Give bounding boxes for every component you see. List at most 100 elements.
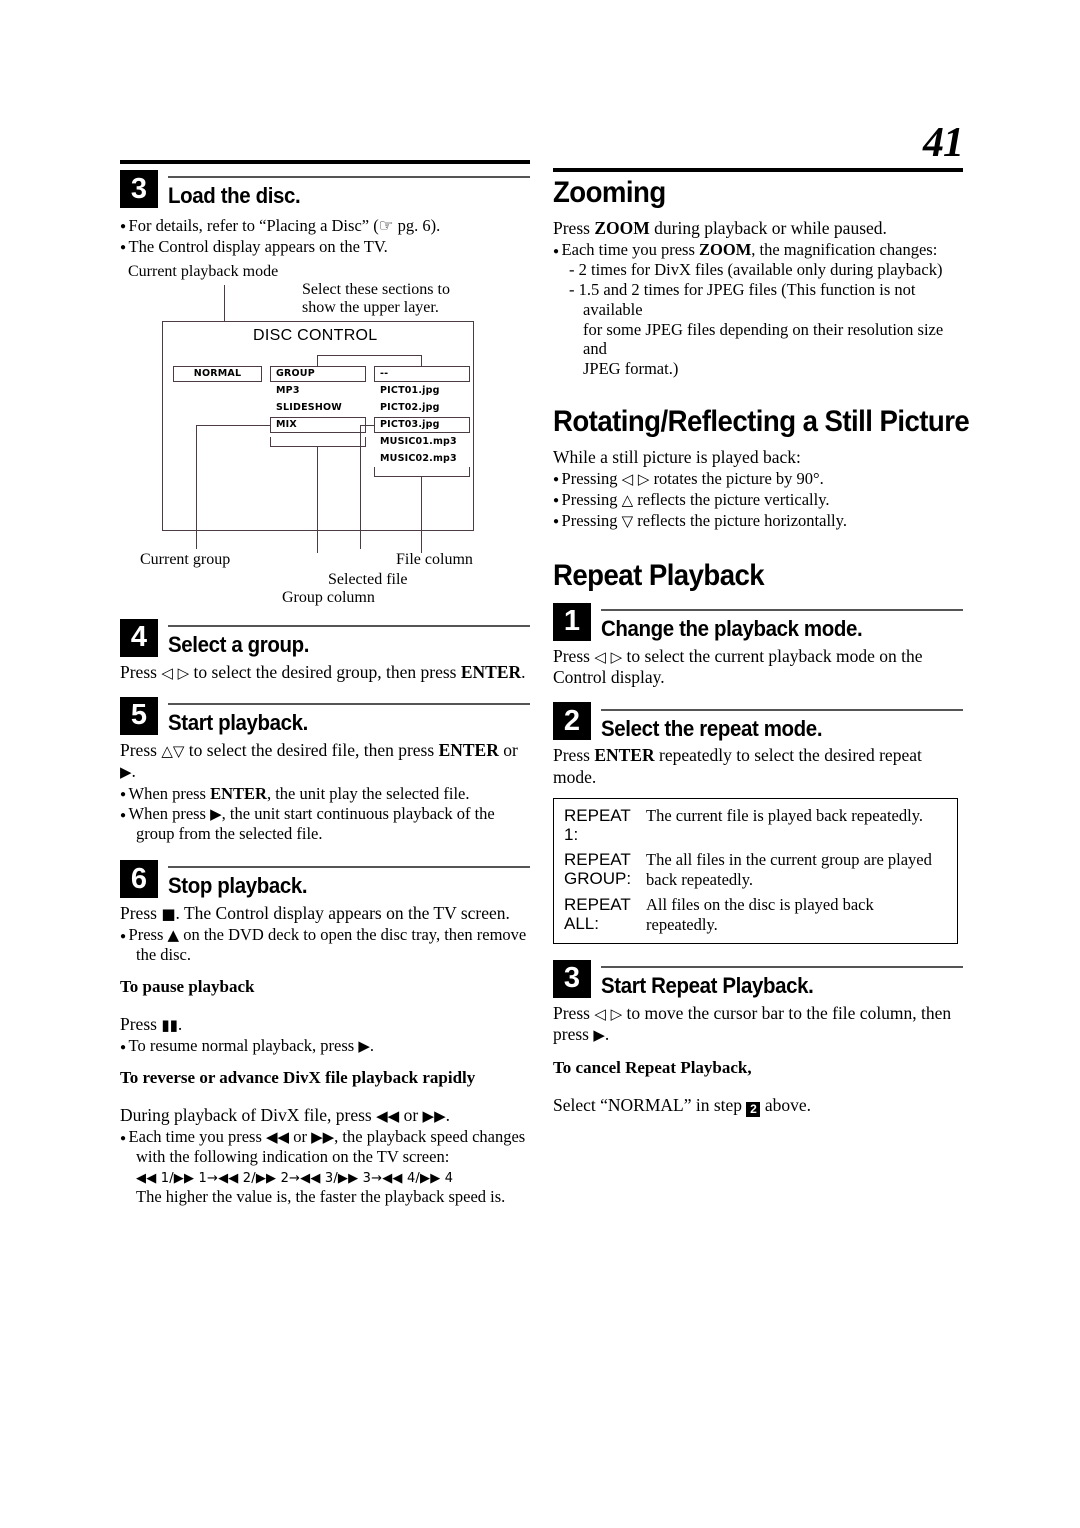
section-heading-rotating: Rotating/Reflecting a Still Picture <box>553 404 970 438</box>
rotating-bullet-3-b: reflects the picture horizontally. <box>633 510 847 530</box>
diagram-file-item-1[interactable]: PICT02.jpg <box>380 401 440 415</box>
diagram-group-item-1[interactable]: SLIDESHOW <box>276 401 342 415</box>
step-5-text-c: or <box>498 739 518 760</box>
repeat-step-3-text: Press ◁ ▷ to move the cursor bar to the … <box>553 1003 963 1046</box>
table-row: REPEAT GROUP: The all files in the curre… <box>554 847 957 892</box>
step-4-text: Press ◁ ▷ to select the desired group, t… <box>120 662 530 683</box>
left-right-arrow-icon-2: ◁ ▷ <box>621 470 650 489</box>
pause-text-b: . <box>177 1013 183 1034</box>
current-group-leader <box>196 530 197 549</box>
repeat-step-1-text-a: Press <box>553 645 595 666</box>
diagram-file-item-3[interactable]: MUSIC01.mp3 <box>380 435 457 449</box>
section-heading-repeat-playback: Repeat Playback <box>553 558 765 592</box>
zooming-line-1-b: during playback or while paused. <box>649 218 887 238</box>
rapid-line-1: During playback of DivX file, press ◀◀ o… <box>120 1105 530 1126</box>
diagram-group-item-2[interactable]: MIX <box>270 416 366 433</box>
left-right-arrow-icon: ◁ ▷ <box>161 663 190 682</box>
repeat-mode-key-0: REPEAT 1: <box>564 806 631 845</box>
file-column-leader <box>421 475 422 553</box>
step-6-bullet-b: on the DVD deck to open the disc tray, t… <box>179 925 527 945</box>
rapid-heading: To reverse or advance DivX file playback… <box>120 1068 476 1088</box>
zooming-sub-2-cont-2: JPEG format.) <box>583 359 679 379</box>
pause-heading: To pause playback <box>120 976 255 996</box>
step-6-bullet-a: Press <box>128 925 168 945</box>
step-5-bullet-1-enter: ENTER <box>210 783 267 803</box>
repeat-step-2-enter-key: ENTER <box>594 745 655 766</box>
repeat-step-2-text-cont: mode. <box>553 766 597 787</box>
step-5-bullet-1-b: , the unit play the selected file. <box>266 783 470 803</box>
step-6-rule <box>168 866 530 869</box>
repeat-step-2-text-b: repeatedly to select the desired repeat <box>654 745 922 766</box>
step-5-bullet-2-b: , the unit start continuous playback of … <box>221 804 495 824</box>
rapid-bullet-b: or <box>289 1127 312 1147</box>
right-column: 41 Zooming Press ZOOM during playback or… <box>553 120 970 1117</box>
section-heading-zooming: Zooming <box>553 176 666 209</box>
repeat-mode-table: REPEAT 1: The current file is played bac… <box>553 798 958 944</box>
repeat-step-2-text: Press ENTER repeatedly to select the des… <box>553 745 963 788</box>
sections-connector-bar <box>317 354 422 356</box>
down-arrow-icon: ▽ <box>621 511 634 530</box>
fast-forward-icon-2: ▶▶ <box>311 1128 335 1147</box>
diagram-file-item-0[interactable]: PICT01.jpg <box>380 384 440 398</box>
rewind-icon-3: ◀◀ <box>136 1171 157 1187</box>
disc-control-diagram: Current playback mode Select these secti… <box>120 263 530 613</box>
group-column-brace <box>270 436 366 447</box>
pause-text: Press ▮▮. <box>120 1014 530 1035</box>
selected-file-elbow-v <box>360 424 361 549</box>
right-column-top-rule <box>553 168 963 172</box>
step-5-text-b: to select the desired file, then press <box>184 739 439 760</box>
step-3-bullet-2: The Control display appears on the TV. <box>120 237 530 257</box>
step-6-text-a: Press <box>120 903 162 924</box>
repeat-mode-value-1: The all files in the current group are p… <box>646 850 932 889</box>
selected-file-elbow-h <box>360 424 375 426</box>
rapid-bullet-c: , the playback speed changes <box>334 1127 526 1147</box>
diagram-file-item-2-selected[interactable]: PICT03.jpg <box>374 416 470 433</box>
rapid-speeds: ◀◀ 1/▶▶ 1→◀◀ 2/▶▶ 2→◀◀ 3/▶▶ 3→◀◀ 4/▶▶ 4 <box>120 1167 530 1187</box>
step-6-text: Press ■. The Control display appears on … <box>120 903 530 924</box>
cancel-repeat-step-badge: 2 <box>746 1101 761 1117</box>
repeat-mode-value-2: All files on the disc is played back rep… <box>646 895 874 934</box>
step-3-bullet-1: For details, refer to “Placing a Disc” (… <box>120 216 530 236</box>
zooming-bullet: Each time you press ZOOM, the magnificat… <box>553 240 963 260</box>
repeat-step-2-number: 2 <box>553 702 591 741</box>
cancel-repeat-text: Select “NORMAL” in step 2 above. <box>553 1095 963 1117</box>
zooming-bullet-a: Each time you press <box>561 240 700 260</box>
rapid-bullet-a: Each time you press <box>128 1127 267 1147</box>
repeat-step-1-text-cont: Control display. <box>553 667 665 687</box>
cancel-repeat-text-a: Select “NORMAL” in step <box>553 1094 747 1115</box>
play-icon: ▶ <box>120 763 132 782</box>
diagram-mode-cell-normal[interactable]: NORMAL <box>173 365 262 382</box>
rotating-bullet-2-b: reflects the picture vertically. <box>633 490 830 510</box>
step-3-title: Load the disc. <box>168 183 301 209</box>
step-4-text-c: . <box>521 661 526 682</box>
repeat-step-3-text-b: to move the cursor bar to the file colum… <box>622 1002 952 1023</box>
diagram-file-column-header[interactable]: -- <box>374 365 470 382</box>
step-4-text-a: Press <box>120 661 162 682</box>
table-row: REPEAT 1: The current file is played bac… <box>554 803 957 847</box>
rewind-icon: ◀◀ <box>376 1107 400 1126</box>
diagram-group-column-header[interactable]: GROUP <box>270 365 366 382</box>
diagram-file-item-4[interactable]: MUSIC02.mp3 <box>380 452 457 466</box>
repeat-step-3-number: 3 <box>553 959 591 998</box>
repeat-step-3-heading: 3 Start Repeat Playback. <box>553 959 963 998</box>
current-group-elbow-v <box>196 424 197 531</box>
diagram-group-item-0[interactable]: MP3 <box>276 384 300 398</box>
diagram-label-file-column: File column <box>396 550 473 568</box>
rotating-bullet-1-b: rotates the picture by 90°. <box>649 469 824 489</box>
repeat-step-3-text-cont-b: . <box>604 1024 610 1045</box>
step-3-rule <box>168 176 530 179</box>
zoom-key-label: ZOOM <box>594 218 650 238</box>
zooming-sub-2-cont-1: for some JPEG files depending on their r… <box>583 319 944 359</box>
repeat-step-3-text-cont-a: press <box>553 1024 594 1045</box>
rotating-bullet-1: Pressing ◁ ▷ rotates the picture by 90°. <box>553 469 963 489</box>
pause-text-a: Press <box>120 1013 162 1034</box>
step-4-text-b: to select the desired group, then press <box>189 661 461 682</box>
repeat-step-1-title: Change the playback mode. <box>601 615 863 641</box>
repeat-mode-key-2: REPEAT ALL: <box>564 895 631 934</box>
up-arrow-icon: △ <box>621 491 634 510</box>
rapid-line-1-c: . <box>445 1105 450 1126</box>
up-down-arrow-icon: △▽ <box>161 741 185 760</box>
eject-icon: ▲ <box>167 926 180 945</box>
play-icon-2: ▶ <box>210 805 222 824</box>
page-number: 41 <box>923 120 964 166</box>
